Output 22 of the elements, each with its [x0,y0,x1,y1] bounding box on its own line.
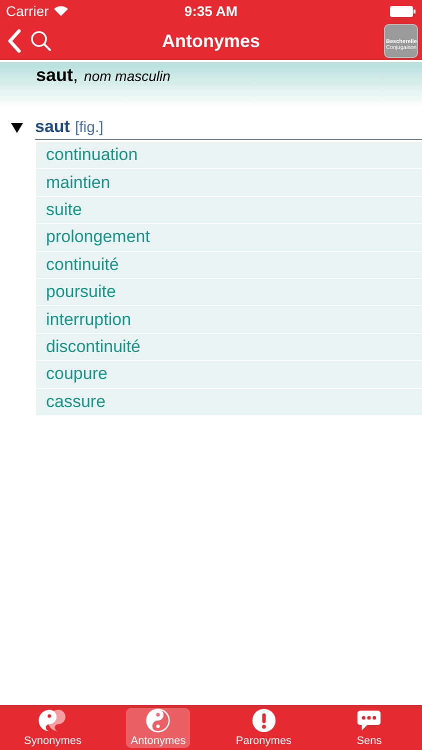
entry-word: saut [36,65,74,85]
antonym-item[interactable]: prolongement [36,224,422,252]
antonym-item[interactable]: discontinuité [36,334,422,362]
tab[interactable]: Antonymes [126,708,190,748]
clock-time: 9:35 AM [184,3,238,19]
tab[interactable]: Sens [337,708,402,748]
separator: , [73,65,78,85]
tab[interactable]: Synonymes [20,708,85,748]
antonym-item[interactable]: suite [36,196,422,224]
antonym-item[interactable]: cassure [36,388,422,416]
tab[interactable]: Paronymes [232,708,296,748]
usage-note: [fig.] [74,118,104,136]
antonym-item[interactable]: maintien [36,169,422,197]
antonym-item[interactable]: coupure [36,361,422,389]
antonym-item[interactable]: poursuite [36,278,422,306]
antonym-item[interactable]: continuation [36,142,422,170]
word-category: nom masculin [84,68,170,84]
antonym-item[interactable]: continuité [36,252,422,279]
group-word[interactable]: saut [35,117,70,137]
antonym-item[interactable]: interruption [36,306,422,334]
screen-title: Antonymes [162,30,260,52]
carrier-name: Carrier [6,3,49,19]
